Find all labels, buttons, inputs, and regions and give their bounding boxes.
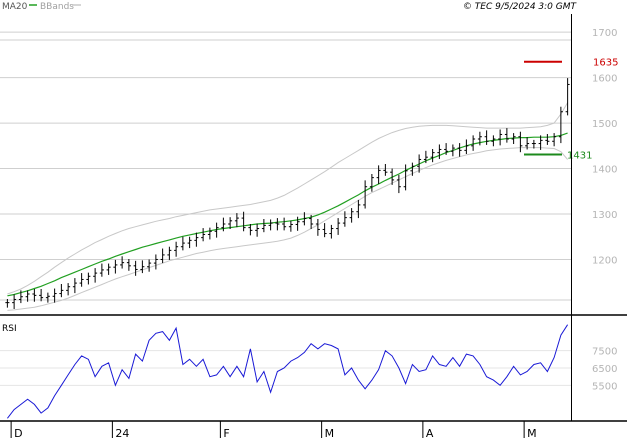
- x-axis-tick-label: A: [426, 427, 434, 440]
- price-bar: [167, 246, 172, 260]
- price-bar: [545, 134, 550, 145]
- price-bar: [349, 208, 354, 223]
- price-bar: [52, 288, 57, 303]
- price-bar: [282, 217, 287, 231]
- rsi-axis-tick-label: 7500: [592, 347, 617, 358]
- price-bar: [356, 199, 361, 219]
- price-bar: [518, 131, 523, 153]
- price-axis-tick-label: 1600: [592, 74, 617, 85]
- source-label: © TEC 9/5/2024 3:0 GMT: [463, 2, 578, 12]
- price-bar: [12, 294, 17, 309]
- price-bar: [457, 143, 462, 157]
- price-bar: [147, 259, 152, 272]
- price-bar: [59, 284, 64, 298]
- price-axis-tick-label: 1200: [592, 255, 617, 266]
- price-bar: [498, 129, 503, 146]
- price-bar: [241, 211, 246, 232]
- price-bar: [565, 78, 570, 116]
- price-bar: [329, 224, 334, 239]
- x-axis-tick-label: F: [223, 427, 229, 440]
- price-bar: [383, 164, 388, 176]
- price-bar: [336, 218, 341, 235]
- price-bar: [504, 128, 509, 143]
- chart-canvas: 1635 1431 1200 1300 1400 1500 1600 1700 5500 650…: [0, 2, 627, 440]
- bollinger-bands: [7, 102, 569, 311]
- price-bar: [174, 241, 179, 257]
- price-bar: [39, 289, 44, 302]
- price-bar: [268, 219, 273, 231]
- ma20-legend-label: MA20: [2, 2, 28, 12]
- rsi-axis-tick-label: 5500: [592, 381, 617, 392]
- rsi-line: [7, 324, 569, 419]
- price-bar: [201, 228, 206, 242]
- price-bar: [160, 248, 165, 264]
- price-bar: [322, 223, 327, 238]
- price-bar: [140, 260, 145, 274]
- rsi-panel-title: RSI: [2, 324, 17, 334]
- price-bar: [86, 272, 91, 285]
- price-bar: [295, 216, 300, 231]
- price-bar: [275, 218, 280, 231]
- rsi-panel: [7, 324, 569, 419]
- price-bar: [45, 292, 50, 303]
- price-bar: [194, 232, 199, 247]
- price-axis-tick-label: 1300: [592, 210, 617, 221]
- price-bar: [315, 219, 320, 236]
- price-bar: [72, 278, 77, 294]
- price-bar: [471, 135, 476, 151]
- price-bar: [99, 263, 104, 277]
- price-bar: [66, 283, 71, 296]
- price-axis-tick-label: 1700: [592, 28, 617, 39]
- price-bar: [187, 236, 192, 249]
- price-bar: [126, 259, 131, 271]
- x-axis-tick-label: D: [14, 427, 22, 440]
- price-bar: [552, 133, 557, 147]
- price-bar: [113, 259, 118, 274]
- level-1635-label: 1635: [593, 58, 618, 69]
- bbands-lower-line: [7, 147, 568, 311]
- price-bar: [396, 174, 401, 194]
- price-bar: [288, 220, 293, 232]
- price-bar: [484, 130, 489, 145]
- level-1431-label: 1431: [567, 150, 592, 161]
- price-bar: [430, 149, 435, 163]
- price-bar: [369, 174, 374, 192]
- price-bar: [207, 227, 212, 240]
- bbands-legend-label: BBands: [40, 2, 74, 12]
- price-bar: [234, 213, 239, 228]
- x-axis-tick-label: M: [527, 427, 537, 440]
- price-bar: [558, 106, 563, 144]
- x-axis-tick-label: 24: [115, 427, 129, 440]
- price-bar: [261, 219, 266, 233]
- price-bar: [255, 223, 260, 237]
- price-bar: [120, 256, 125, 269]
- price-bar: [153, 254, 158, 270]
- price-bar: [363, 180, 368, 209]
- price-bar: [437, 144, 442, 159]
- grid-layer: [0, 31, 571, 386]
- rsi-axis-tick-label: 6500: [592, 364, 617, 375]
- price-bar: [248, 224, 253, 236]
- price-bar: [106, 263, 111, 275]
- price-bar: [93, 268, 98, 283]
- price-bar: [180, 236, 185, 251]
- x-axis-tick-label: M: [325, 427, 335, 440]
- price-bar: [79, 273, 84, 287]
- price-axis-tick-label: 1500: [592, 119, 617, 130]
- stock-chart: 1635 1431 1200 1300 1400 1500 1600 1700 5500 650…: [0, 0, 627, 440]
- price-bar: [133, 260, 138, 276]
- price-axis-tick-label: 1400: [592, 165, 617, 176]
